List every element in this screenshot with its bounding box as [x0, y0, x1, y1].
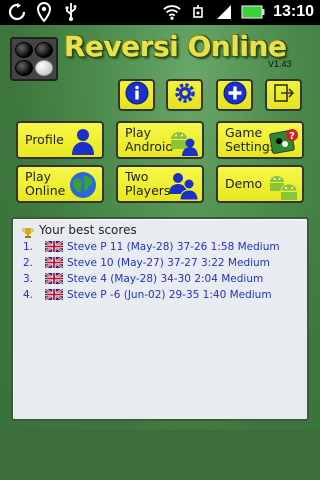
- app-footer-area: [0, 430, 320, 480]
- board-settings-icon: ?: [268, 126, 298, 156]
- uk-flag-icon: [44, 256, 64, 269]
- plus-icon: [223, 81, 247, 109]
- app-version: V1.43: [268, 59, 292, 69]
- best-scores-header: Your best scores: [22, 223, 137, 238]
- usb-icon: [62, 3, 80, 21]
- best-scores-title: Your best scores: [39, 223, 137, 237]
- location-icon: [35, 2, 53, 22]
- reversi-logo: [10, 37, 58, 81]
- black-disc: [35, 42, 53, 58]
- play-android-button[interactable]: Play Android: [116, 121, 204, 159]
- two-players-button[interactable]: Two Players: [116, 165, 204, 203]
- battery-icon: [241, 3, 265, 21]
- app-title: Reversi Online: [64, 30, 287, 63]
- play-android-label: Play Android: [125, 125, 174, 154]
- two-players-label: Two Players: [125, 169, 171, 198]
- settings-button[interactable]: [166, 79, 203, 111]
- play-online-label: Play Online: [25, 169, 66, 198]
- score-rank: 3.: [23, 272, 34, 285]
- two-people-icon: [168, 170, 199, 201]
- game-settings-button[interactable]: Game Settings ?: [216, 121, 304, 159]
- signal-icon: [215, 3, 233, 21]
- score-text: Steve 10 (May-27) 37-27 3:22 Medium: [67, 256, 270, 269]
- info-button[interactable]: [118, 79, 155, 111]
- trophy-icon: [22, 224, 34, 238]
- uk-flag-icon: [44, 288, 64, 301]
- exit-button[interactable]: [265, 79, 302, 111]
- svg-text:?: ?: [289, 131, 295, 142]
- score-row[interactable]: 1. Steve P 11 (May-28) 37-26 1:58 Medium: [23, 239, 280, 254]
- best-scores-panel: Your best scores 1. Steve P 11 (May-28) …: [11, 217, 309, 421]
- exit-icon: [272, 81, 296, 109]
- uk-flag-icon: [44, 272, 64, 285]
- clock: 13:10: [273, 3, 314, 20]
- score-row[interactable]: 2. Steve 10 (May-27) 37-27 3:22 Medium: [23, 255, 270, 270]
- sound-icon: [189, 3, 207, 21]
- score-row[interactable]: 3. Steve 4 (May-28) 34-30 2:04 Medium: [23, 271, 263, 286]
- play-online-button[interactable]: Play Online: [16, 165, 104, 203]
- status-bar: 13:10: [0, 0, 320, 25]
- score-text: Steve 4 (May-28) 34-30 2:04 Medium: [67, 272, 264, 285]
- globe-icon: [68, 170, 98, 200]
- demo-label: Demo: [225, 176, 263, 191]
- score-text: Steve P 11 (May-28) 37-26 1:58 Medium: [67, 240, 280, 253]
- person-icon: [68, 126, 98, 156]
- demo-button[interactable]: Demo: [216, 165, 304, 203]
- score-rank: 4.: [23, 288, 34, 301]
- two-androids-icon: [268, 170, 298, 200]
- sync-icon: [8, 3, 26, 21]
- score-text: Steve P -6 (Jun-02) 29-35 1:40 Medium: [67, 288, 272, 301]
- uk-flag-icon: [44, 240, 64, 253]
- score-rank: 1.: [23, 240, 34, 253]
- black-disc: [15, 60, 33, 76]
- wifi-icon: [163, 3, 181, 21]
- white-disc: [35, 60, 53, 76]
- profile-button[interactable]: Profile: [16, 121, 104, 159]
- add-button[interactable]: [216, 79, 253, 111]
- score-row[interactable]: 4. Steve P -6 (Jun-02) 29-35 1:40 Medium: [23, 287, 272, 302]
- score-rank: 2.: [23, 256, 34, 269]
- android-vs-person-icon: [168, 126, 198, 156]
- profile-label: Profile: [25, 132, 64, 147]
- gear-icon: [173, 81, 197, 109]
- black-disc: [15, 42, 33, 58]
- info-icon: [125, 81, 149, 109]
